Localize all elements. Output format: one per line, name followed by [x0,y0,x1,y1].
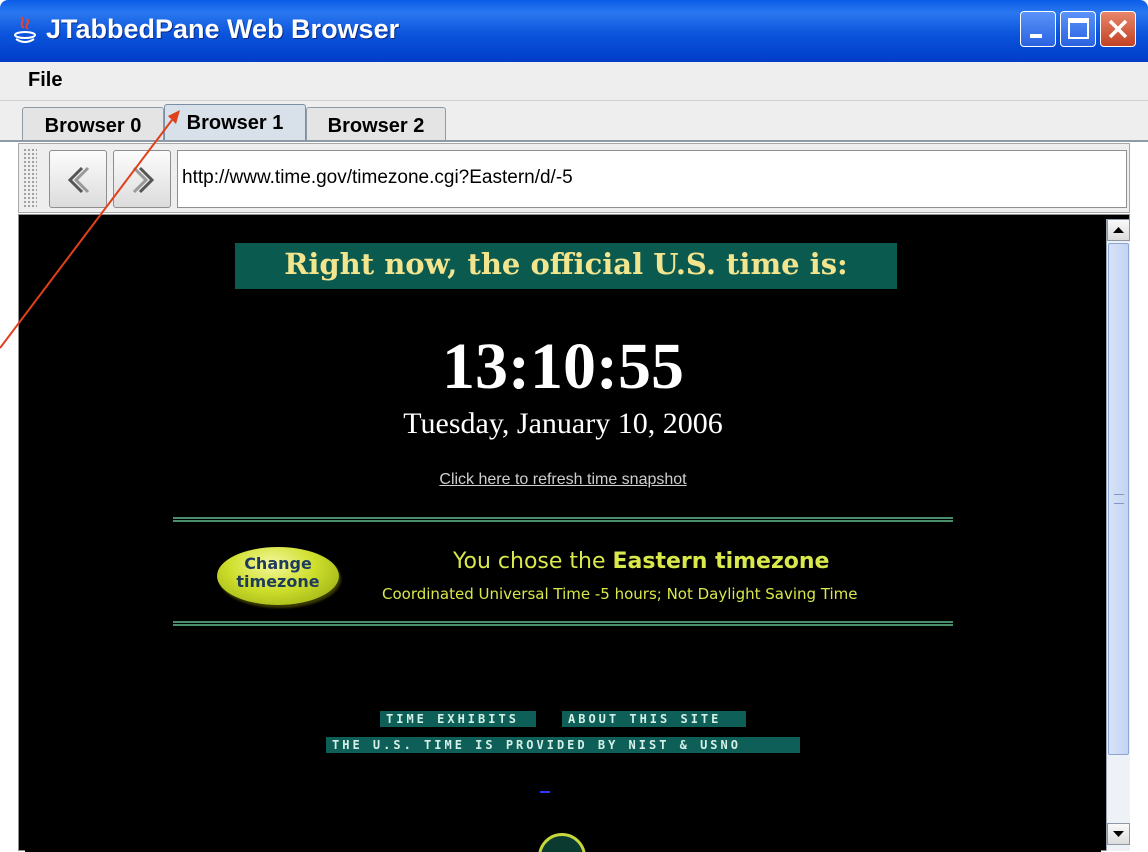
menu-file[interactable]: File [28,69,62,92]
link-fragment[interactable] [540,791,550,793]
navigation-toolbar: http://www.time.gov/timezone.cgi?Eastern… [18,143,1130,213]
divider-bottom [173,621,953,626]
tab-browser-0[interactable]: Browser 0 [22,107,164,140]
chevron-left-icon [67,166,90,194]
change-label-line2: timezone [236,572,320,591]
tab-strip: Browser 0 Browser 2 Browser 1 [0,101,1148,141]
headline-banner: Right now, the official U.S. time is: [235,243,897,289]
date-display: Tuesday, January 10, 2006 [403,407,723,440]
refresh-link[interactable]: Click here to refresh time snapshot [25,471,1101,489]
window-title: JTabbedPane Web Browser [46,14,400,44]
browser-content-frame: Right now, the official U.S. time is: 13… [18,214,1130,852]
logo-partial [538,833,586,852]
title-bar[interactable]: JTabbedPane Web Browser [0,0,1148,62]
menu-bar: File [0,62,1148,101]
change-timezone-label: Change timezone [217,555,339,591]
forward-button[interactable] [113,150,171,208]
close-button[interactable] [1100,11,1136,47]
chevron-right-icon [132,166,155,194]
change-label-line1: Change [244,554,312,573]
about-site-link[interactable]: ABOUT THIS SITE [562,711,746,727]
scroll-up-button[interactable] [1107,219,1130,241]
tab-divider [0,140,1148,142]
arrow-down-icon [1113,831,1124,837]
tab-browser-1[interactable]: Browser 1 [164,104,306,141]
toolbar-grip[interactable] [23,148,37,208]
minimize-button[interactable] [1020,11,1056,47]
java-icon [14,16,36,43]
timezone-name: Eastern timezone [612,549,830,574]
minimize-icon [1030,34,1042,38]
thumb-grip-icon [1114,494,1124,504]
timezone-choice: You chose the Eastern timezone [453,549,829,574]
vertical-scrollbar[interactable] [1106,219,1130,851]
time-exhibits-link[interactable]: TIME EXHIBITS [380,711,536,727]
provided-by-link[interactable]: THE U.S. TIME IS PROVIDED BY NIST & USNO [326,737,800,753]
headline: Right now, the official U.S. time is: [284,247,848,281]
maximize-button[interactable] [1060,11,1096,47]
scroll-down-button[interactable] [1107,823,1130,845]
timezone-detail: Coordinated Universal Time -5 hours; Not… [382,585,858,603]
back-button[interactable] [49,150,107,208]
timezone-prefix: You chose the [453,549,613,574]
time-display: 13:10:55 [442,330,684,403]
arrow-up-icon [1113,227,1124,233]
tab-browser-2[interactable]: Browser 2 [306,107,446,140]
close-icon [1108,19,1128,39]
maximize-icon [1068,18,1089,39]
web-page: Right now, the official U.S. time is: 13… [25,221,1101,852]
change-timezone-button[interactable]: Change timezone [217,547,339,605]
divider-top [173,517,953,522]
url-field[interactable]: http://www.time.gov/timezone.cgi?Eastern… [177,150,1127,208]
scroll-thumb[interactable] [1108,243,1129,755]
